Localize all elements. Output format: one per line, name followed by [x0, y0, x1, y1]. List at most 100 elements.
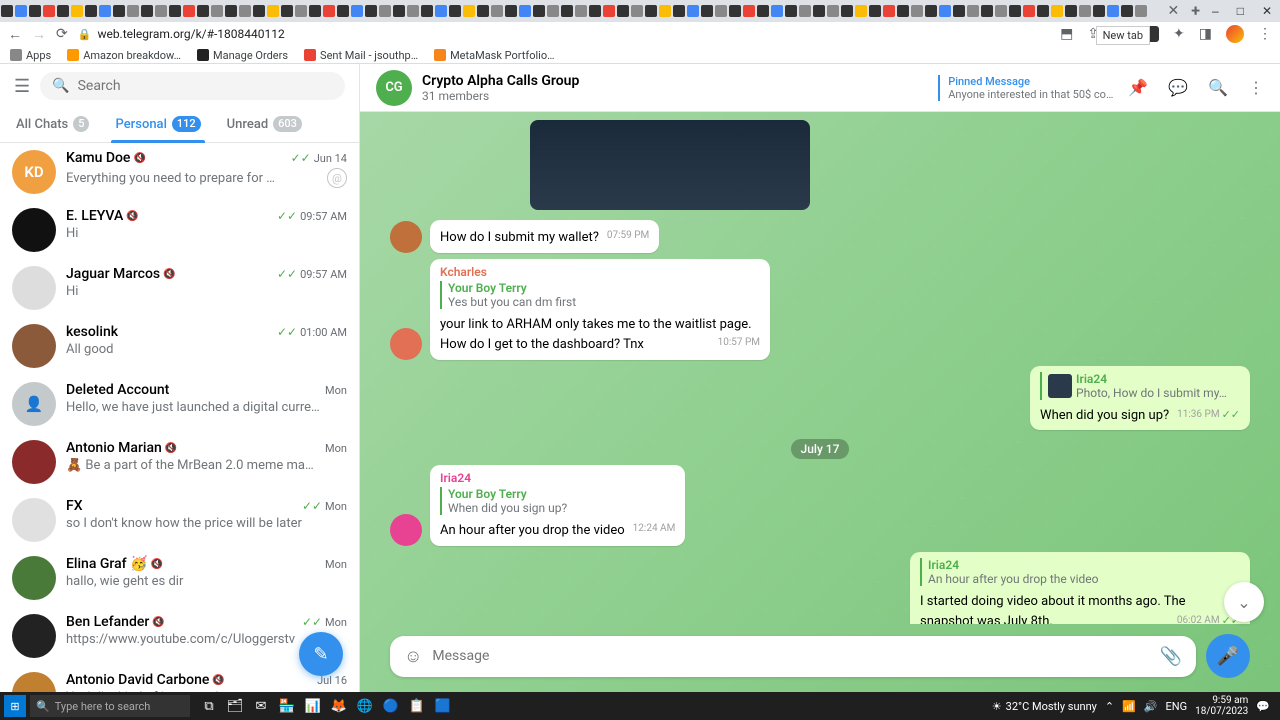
browser-tab[interactable]	[659, 5, 671, 17]
chrome-icon[interactable]: 🔵	[380, 695, 402, 717]
browser-tab[interactable]	[841, 5, 853, 17]
forward-icon[interactable]: →	[32, 26, 46, 43]
chat-list-item[interactable]: Elina Graf 🥳🔇 Mon hallo, wie geht es dir	[0, 549, 359, 607]
reply-block[interactable]: Your Boy Terry Yes but you can dm first	[440, 281, 760, 309]
browser-tab[interactable]	[1135, 5, 1147, 17]
browser-tab[interactable]	[869, 5, 881, 17]
chat-list-item[interactable]: kesolink ✓✓01:00 AM All good	[0, 317, 359, 375]
menu-icon[interactable]: ☰	[14, 76, 30, 97]
browser-tab[interactable]	[575, 5, 587, 17]
attach-icon[interactable]: 📎	[1160, 646, 1182, 667]
taskbar-app-icon[interactable]: 🗂	[224, 695, 246, 717]
search-input[interactable]	[78, 78, 333, 94]
tab-unread[interactable]: Unread603	[223, 108, 306, 142]
browser-tab[interactable]	[1079, 5, 1091, 17]
compose-fab[interactable]: ✎	[299, 632, 343, 676]
tab-personal[interactable]: Personal112	[111, 108, 204, 142]
sender-avatar[interactable]	[390, 221, 422, 253]
browser-tab[interactable]	[71, 5, 83, 17]
browser-tab[interactable]	[701, 5, 713, 17]
browser-tab[interactable]	[561, 5, 573, 17]
volume-icon[interactable]: 🔊	[1144, 700, 1158, 713]
browser-tab[interactable]	[1121, 5, 1133, 17]
sender-avatar[interactable]	[390, 514, 422, 546]
emoji-icon[interactable]: ☺	[404, 646, 422, 667]
reply-block[interactable]: Iria24 An hour after you drop the video	[920, 558, 1240, 586]
message-bubble[interactable]: Iria24 Photo, How do I submit my… When d…	[1030, 366, 1250, 431]
browser-tab[interactable]	[617, 5, 629, 17]
scroll-down-button[interactable]: ⌄	[1224, 582, 1264, 622]
browser-tab[interactable]	[911, 5, 923, 17]
browser-tab[interactable]	[253, 5, 265, 17]
bookmark-item[interactable]: Amazon breakdow…	[67, 49, 181, 62]
back-icon[interactable]: ←	[8, 26, 22, 43]
browser-tab[interactable]	[645, 5, 657, 17]
tray-chevron-icon[interactable]: ⌃	[1105, 700, 1114, 713]
search-wrap[interactable]: 🔍	[40, 72, 345, 100]
message-photo[interactable]	[530, 120, 810, 210]
language-indicator[interactable]: ENG	[1165, 700, 1187, 713]
browser-tab[interactable]	[477, 5, 489, 17]
taskbar-app-icon[interactable]: ✉	[250, 695, 272, 717]
chat-list-item[interactable]: E. LEYVA🔇 ✓✓09:57 AM Hi	[0, 201, 359, 259]
browser-tab[interactable]	[547, 5, 559, 17]
weather-widget[interactable]: ☀ 32°C Mostly sunny	[992, 700, 1097, 713]
browser-tab[interactable]	[99, 5, 111, 17]
browser-tab[interactable]	[365, 5, 377, 17]
sender-avatar[interactable]	[390, 328, 422, 360]
browser-tab[interactable]	[1093, 5, 1105, 17]
message-bubble[interactable]: How do I submit my wallet? 07:59 PM	[430, 220, 659, 253]
window-maximize-icon[interactable]: □	[1237, 4, 1244, 18]
browser-tab[interactable]	[463, 5, 475, 17]
browser-tab[interactable]	[715, 5, 727, 17]
browser-tab[interactable]	[57, 5, 69, 17]
chat-list-item[interactable]: FX ✓✓Mon so I don't know how the price w…	[0, 491, 359, 549]
browser-tab[interactable]	[141, 5, 153, 17]
pinned-message[interactable]: Pinned Message Anyone interested in that…	[938, 75, 1118, 101]
browser-tab[interactable]	[183, 5, 195, 17]
browser-tab[interactable]	[883, 5, 895, 17]
message-bubble[interactable]: Iria24 An hour after you drop the video …	[910, 552, 1250, 624]
taskbar-clock[interactable]: 9:59 am 18/07/2023	[1195, 695, 1248, 717]
taskbar-app-icon[interactable]: 🟦	[432, 695, 454, 717]
taskbar-app-icon[interactable]: 🏪	[276, 695, 298, 717]
messages-pane[interactable]: How do I submit my wallet? 07:59 PM Kcha…	[360, 112, 1280, 624]
browser-tab[interactable]	[379, 5, 391, 17]
network-icon[interactable]: 📶	[1122, 700, 1136, 713]
taskbar-app-icon[interactable]: 📋	[406, 695, 428, 717]
start-button[interactable]: ⊞	[4, 695, 26, 717]
chat-list-item[interactable]: Antonio Marian🔇 Mon 🧸 Be a part of the M…	[0, 433, 359, 491]
browser-tab[interactable]	[1009, 5, 1021, 17]
chat-list-item[interactable]: KD Kamu Doe🔇 ✓✓Jun 14 Everything you nee…	[0, 143, 359, 201]
chat-list-item[interactable]: Jaguar Marcos🔇 ✓✓09:57 AM Hi	[0, 259, 359, 317]
browser-tab[interactable]	[729, 5, 741, 17]
chrome-menu-icon[interactable]: ⋮	[1258, 26, 1272, 42]
browser-tab[interactable]	[603, 5, 615, 17]
browser-tab[interactable]	[281, 5, 293, 17]
pin-icon[interactable]: 📌	[1128, 78, 1148, 97]
browser-tab[interactable]	[1023, 5, 1035, 17]
group-avatar[interactable]: CG	[376, 70, 412, 106]
chat-list-item[interactable]: 👤 Deleted Account Mon Hello, we have jus…	[0, 375, 359, 433]
group-info[interactable]: Crypto Alpha Calls Group 31 members	[422, 73, 938, 103]
browser-tab[interactable]	[1065, 5, 1077, 17]
sidepanel-icon[interactable]: ◨	[1199, 26, 1212, 42]
browser-tab[interactable]	[953, 5, 965, 17]
browser-tab[interactable]	[337, 5, 349, 17]
bookmark-item[interactable]: MetaMask Portfolio…	[434, 49, 554, 62]
browser-tab[interactable]	[29, 5, 41, 17]
browser-tab[interactable]	[113, 5, 125, 17]
browser-tab[interactable]	[855, 5, 867, 17]
browser-tab[interactable]	[1037, 5, 1049, 17]
browser-tab[interactable]	[631, 5, 643, 17]
browser-tab[interactable]	[15, 5, 27, 17]
browser-tab[interactable]	[421, 5, 433, 17]
reply-block[interactable]: Iria24 Photo, How do I submit my…	[1040, 372, 1240, 400]
browser-tab[interactable]	[799, 5, 811, 17]
tab-all-chats[interactable]: All Chats5	[12, 108, 93, 142]
browser-tab[interactable]	[267, 5, 279, 17]
comments-icon[interactable]: 💬	[1168, 78, 1188, 97]
composer[interactable]: ☺ 📎	[390, 636, 1196, 677]
browser-tab[interactable]	[169, 5, 181, 17]
browser-tab[interactable]	[309, 5, 321, 17]
